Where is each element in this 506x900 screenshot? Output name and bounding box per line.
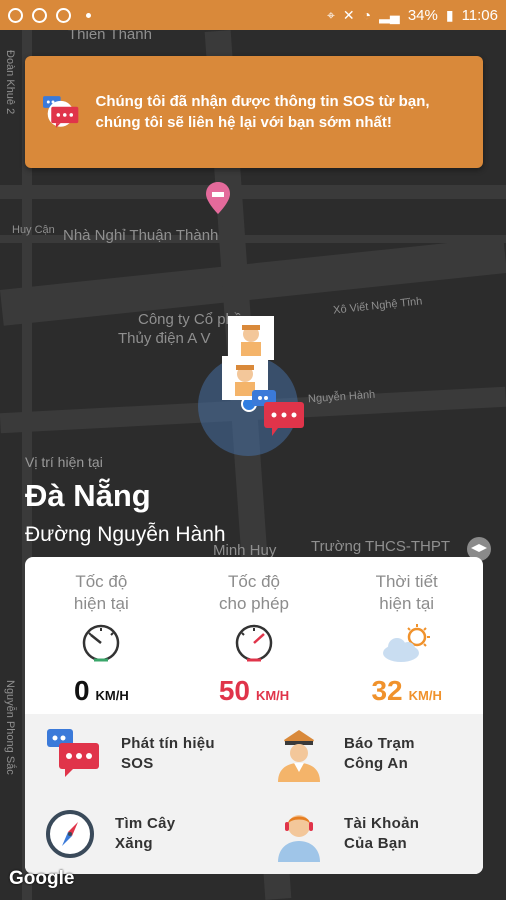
speedometer-icon	[83, 624, 120, 662]
action-label: Tài Khoản	[344, 815, 420, 832]
notification-icon	[32, 7, 47, 23]
find-gas-station-button[interactable]: Tìm Cây Xăng	[25, 794, 254, 874]
battery-icon: ▮	[445, 6, 454, 23]
stat-number: 50	[218, 675, 250, 706]
weather-value: 32 KM/H	[371, 675, 441, 707]
stat-label: Tốc độ	[228, 572, 280, 591]
clock: 11:06	[461, 6, 498, 24]
chat-bubbles-icon	[43, 96, 79, 128]
user-avatar-icon	[278, 815, 320, 862]
location-icon: ⌖	[327, 6, 335, 23]
action-label: Của Bạn	[344, 835, 407, 852]
road	[0, 185, 506, 199]
stat-label: Tốc độ	[75, 572, 128, 591]
map-label: Thiên Thành	[68, 30, 152, 43]
stat-label: cho phép	[219, 594, 289, 613]
speed-limit-stat: Tốc độ cho phép 50 KM/H	[178, 571, 331, 714]
weather-stat: Thời tiết hiện tại 32 KM/H	[330, 571, 483, 714]
speed-limit-value: 50 KM/H	[219, 675, 289, 707]
stat-number: 0	[73, 675, 90, 706]
map-label: Đoàn Khuê 2	[4, 50, 16, 115]
status-bar: ⌖ ✕ ◔ ▂▄ 34% ▮ 11:06	[0, 0, 506, 30]
stat-label: Thời tiết	[375, 572, 438, 591]
mute-icon: ✕	[342, 6, 355, 23]
stat-unit: KM/H	[95, 688, 129, 703]
location-street: Đường Nguyễn Hành	[25, 523, 226, 546]
stat-number: 32	[371, 675, 403, 706]
stat-label: hiện tại	[379, 594, 435, 613]
wifi-icon: ◔	[362, 7, 372, 23]
map-label: Nguyễn Phong Sắc	[4, 680, 16, 775]
stat-label: hiện tại	[73, 594, 129, 613]
stats-row: Tốc độ hiện tại 0 KM/H Tốc độ cho phép 5…	[25, 557, 483, 714]
actions-grid: Phát tín hiệu SOS Báo Trạm Công An Tìm C…	[25, 714, 483, 874]
map-label: Thủy điện A V	[118, 330, 211, 347]
police-marker-icon[interactable]	[228, 316, 274, 360]
banner-message: Chúng tôi đã nhận được thông tin SOS từ …	[95, 93, 430, 131]
notification-icon	[8, 7, 23, 23]
map-label: Nhà Nghỉ Thuận Thành	[63, 227, 219, 244]
stat-unit: KM/H	[255, 688, 290, 703]
action-label: Tìm Cây	[115, 815, 176, 832]
account-button[interactable]: Tài Khoản Của Bạn	[254, 794, 483, 874]
info-card: Tốc độ hiện tại 0 KM/H Tốc độ cho phép 5…	[25, 557, 483, 874]
current-speed-value: 0 KM/H	[74, 675, 129, 707]
sos-marker-icon[interactable]	[250, 390, 306, 438]
location-caption: Vị trí hiện tại	[25, 454, 103, 470]
google-logo: Google	[9, 868, 75, 889]
action-label: Xăng	[115, 835, 153, 852]
battery-percent: 34%	[407, 6, 438, 24]
map-label: Xô Viết Nghệ Tĩnh	[332, 295, 423, 317]
action-label: SOS	[121, 755, 154, 772]
sos-button[interactable]: Phát tín hiệu SOS	[25, 714, 254, 794]
road	[0, 237, 506, 326]
current-speed-stat: Tốc độ hiện tại 0 KM/H	[25, 571, 178, 714]
compass-icon	[46, 810, 94, 858]
police-officer-icon	[278, 730, 320, 782]
action-label: Công An	[344, 755, 409, 772]
speedometer-icon	[235, 624, 273, 662]
sun-cloud-icon	[382, 624, 430, 662]
hotel-pin-icon[interactable]	[206, 182, 230, 214]
signal-icon: ▂▄	[379, 6, 400, 23]
sos-chat-icon	[47, 729, 99, 777]
location-city: Đà Nẵng	[25, 478, 151, 513]
minus-circle-icon	[56, 7, 71, 23]
action-label: Phát tín hiệu	[121, 735, 215, 752]
map-label: Huy Cận	[12, 224, 55, 236]
stat-unit: KM/H	[408, 688, 442, 703]
map-label: Trường THCS-THPT	[311, 538, 451, 555]
sos-confirmation-banner: Chúng tôi đã nhận được thông tin SOS từ …	[25, 56, 483, 168]
dot-icon	[86, 12, 91, 18]
report-police-button[interactable]: Báo Trạm Công An	[254, 714, 483, 794]
action-label: Báo Trạm	[344, 735, 415, 752]
